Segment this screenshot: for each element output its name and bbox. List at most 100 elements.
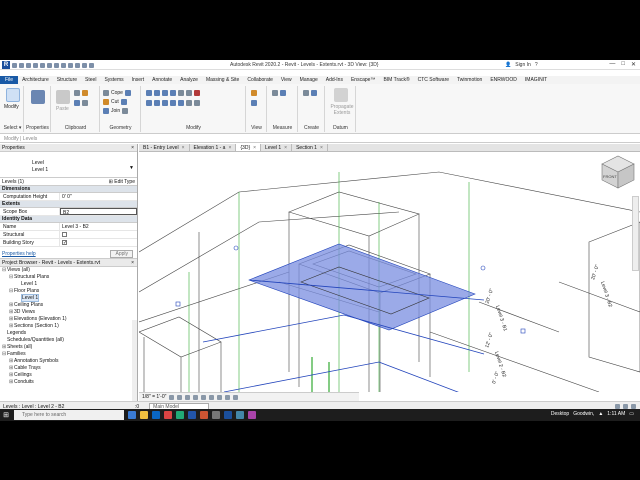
- browser-item[interactable]: ⊟Families: [2, 351, 137, 358]
- trim-icon[interactable]: [186, 90, 192, 96]
- move-icon[interactable]: [146, 100, 152, 106]
- type-selector[interactable]: Level Level 1 ▼: [0, 152, 137, 178]
- instance-filter[interactable]: Levels (1) ⊞ Edit Type: [0, 178, 137, 186]
- modify-tool-icon[interactable]: [6, 88, 20, 102]
- close-tab-icon[interactable]: ×: [228, 145, 231, 151]
- delete-icon[interactable]: [194, 90, 200, 96]
- properties-icon[interactable]: [31, 90, 45, 104]
- text-icon[interactable]: [54, 62, 59, 68]
- cut-label[interactable]: Cut: [111, 99, 119, 105]
- revit-logo-icon[interactable]: R: [2, 61, 10, 69]
- desktop-toolbar[interactable]: Desktop: [551, 411, 569, 417]
- onenote-icon[interactable]: [248, 411, 256, 419]
- view-tab[interactable]: Section 1 ×: [292, 144, 328, 151]
- browser-item[interactable]: ⊞Sections (Section 1): [2, 323, 137, 330]
- close-tab-icon[interactable]: ×: [253, 145, 256, 151]
- teams-icon[interactable]: [236, 411, 244, 419]
- ribbon-tab-insert[interactable]: Insert: [128, 77, 149, 83]
- edit-type-button[interactable]: ⊞ Edit Type: [109, 178, 135, 186]
- override-icon[interactable]: [251, 90, 257, 96]
- 3d-view-icon[interactable]: [61, 62, 66, 68]
- app-icon[interactable]: [212, 411, 220, 419]
- hide-icon[interactable]: [251, 100, 257, 106]
- visual-style-icon[interactable]: [177, 394, 183, 400]
- ribbon-tab-twinmotion[interactable]: Twinmotion: [453, 77, 486, 83]
- crop-view-icon[interactable]: [201, 394, 207, 400]
- section-icon[interactable]: [68, 62, 73, 68]
- browser-item[interactable]: ⊟Structural Plans: [2, 274, 137, 281]
- browser-scrollbar[interactable]: [132, 320, 137, 401]
- scope-box-value[interactable]: B2: [60, 208, 137, 216]
- browser-item[interactable]: Schedules/Quantities (all): [2, 337, 137, 344]
- ribbon-tab-structure[interactable]: Structure: [53, 77, 81, 83]
- close-button[interactable]: ✕: [631, 61, 636, 68]
- word-icon[interactable]: [188, 411, 196, 419]
- sun-path-icon[interactable]: [185, 394, 191, 400]
- ribbon-tab-architecture[interactable]: Architecture: [18, 77, 53, 83]
- browser-item[interactable]: ⊞Sheets (all): [2, 344, 137, 351]
- propagate-extents-icon[interactable]: [334, 88, 348, 102]
- ribbon-tab-annotate[interactable]: Annotate: [148, 77, 176, 83]
- ribbon-tab-view[interactable]: View: [277, 77, 296, 83]
- dimensions-section[interactable]: Dimensions: [0, 186, 137, 193]
- ribbon-tab-bim-track[interactable]: BIM Track®: [379, 77, 413, 83]
- identity-section[interactable]: Identity Data: [0, 216, 137, 223]
- ribbon-tab-massing-site[interactable]: Massing & Site: [202, 77, 243, 83]
- browser-item[interactable]: Level 1: [2, 294, 137, 302]
- viewcube[interactable]: FRONT: [594, 150, 638, 194]
- switch-windows-icon[interactable]: [89, 62, 94, 68]
- apply-button[interactable]: Apply: [110, 250, 133, 258]
- browser-close-icon[interactable]: ×: [131, 259, 134, 267]
- cope-icon[interactable]: [103, 90, 109, 96]
- browser-item[interactable]: ⊞3D Views: [2, 309, 137, 316]
- browser-item[interactable]: ⊞Conduits: [2, 379, 137, 386]
- dimension-icon[interactable]: [280, 90, 286, 96]
- maximize-button[interactable]: □: [621, 61, 625, 68]
- properties-close-icon[interactable]: ×: [131, 144, 134, 152]
- view-tab[interactable]: B1 - Entry Level ×: [139, 144, 190, 151]
- browser-item[interactable]: ⊞Cable Trays: [2, 365, 137, 372]
- browser-item[interactable]: Level 1: [2, 281, 137, 288]
- ribbon-tab-ctc-software[interactable]: CTC Software: [414, 77, 453, 83]
- drawing-area[interactable]: B1 - Entry Level × Elevation 1 - a × {3D} × Le…: [139, 144, 640, 401]
- chrome-icon[interactable]: [164, 411, 172, 419]
- browser-item[interactable]: Legends: [2, 330, 137, 337]
- wall-join-icon[interactable]: [124, 90, 131, 96]
- view-scale[interactable]: 1/8" = 1'-0": [142, 394, 166, 400]
- save-icon[interactable]: [19, 62, 24, 68]
- minimize-button[interactable]: —: [609, 61, 615, 68]
- cut-geometry-icon[interactable]: [103, 99, 109, 105]
- offset-icon[interactable]: [154, 90, 160, 96]
- paint-icon[interactable]: [122, 108, 129, 114]
- ribbon-tab-enrwood[interactable]: ENRWOOD: [486, 77, 521, 83]
- edge-icon[interactable]: [128, 411, 136, 419]
- windows-start-icon[interactable]: ⊞: [0, 409, 12, 421]
- join-icon[interactable]: [103, 108, 109, 114]
- pin-icon[interactable]: [186, 100, 192, 106]
- mirror-axis-icon[interactable]: [162, 90, 168, 96]
- detail-level-icon[interactable]: [169, 394, 175, 400]
- cope-label[interactable]: Cope: [111, 90, 123, 96]
- print-icon[interactable]: [40, 62, 45, 68]
- copy-icon[interactable]: [74, 90, 80, 96]
- browser-item[interactable]: ⊟Views (all): [2, 267, 137, 274]
- building-story-checkbox[interactable]: ✓: [62, 240, 67, 246]
- paste-icon[interactable]: [56, 90, 70, 104]
- split-face-icon[interactable]: [120, 99, 127, 105]
- type-dropdown-icon[interactable]: ▼: [129, 165, 134, 171]
- rotate-icon[interactable]: [162, 100, 168, 106]
- open-icon[interactable]: [12, 62, 17, 68]
- array-icon[interactable]: [170, 100, 176, 106]
- close-tab-icon[interactable]: ×: [320, 145, 323, 151]
- explorer-icon[interactable]: [140, 411, 148, 419]
- match-properties-icon[interactable]: [74, 100, 80, 106]
- align-icon[interactable]: [146, 90, 152, 96]
- close-hidden-icon[interactable]: [82, 62, 87, 68]
- powerpoint-icon[interactable]: [200, 411, 208, 419]
- excel-icon[interactable]: [176, 411, 184, 419]
- mirror-draw-icon[interactable]: [170, 90, 176, 96]
- view-tab[interactable]: Level 1 ×: [261, 144, 293, 151]
- select-dropdown[interactable]: Select ▾: [2, 125, 23, 131]
- scale-icon[interactable]: [178, 100, 184, 106]
- browser-item[interactable]: ⊞Elevations (Elevation 1): [2, 316, 137, 323]
